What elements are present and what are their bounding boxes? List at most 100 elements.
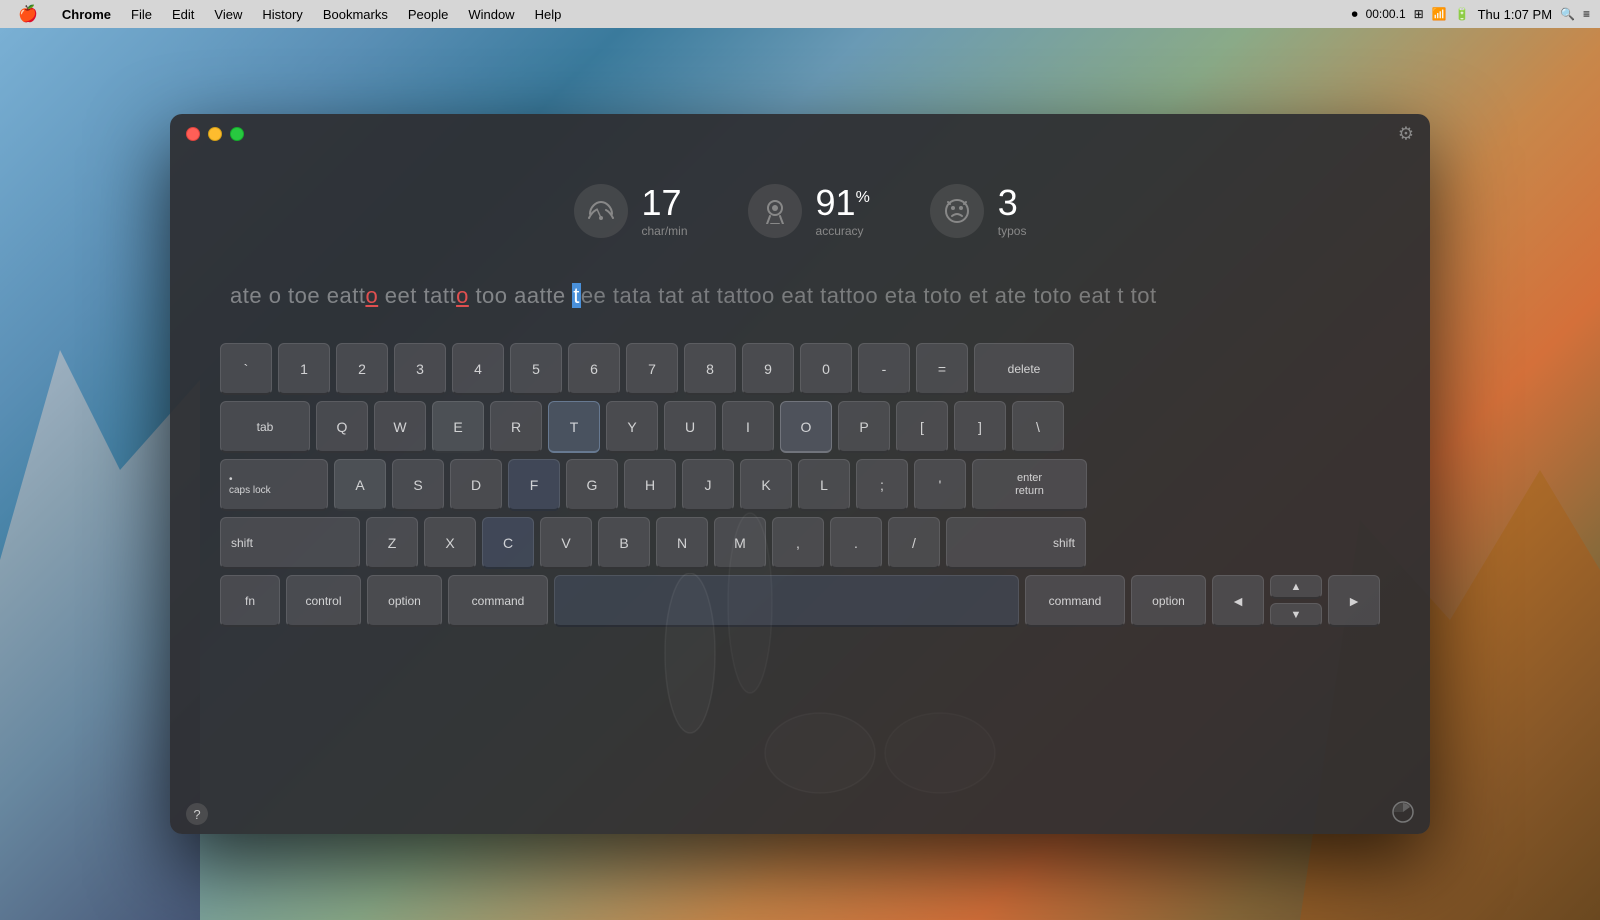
key-backslash[interactable]: \ (1012, 401, 1064, 453)
key-k[interactable]: K (740, 459, 792, 511)
menubar-left: 🍎 Chrome File Edit View History Bookmark… (10, 2, 569, 26)
key-i[interactable]: I (722, 401, 774, 453)
people-menu[interactable]: People (400, 5, 456, 24)
key-shift-left[interactable]: shift (220, 517, 360, 569)
key-arrow-right[interactable]: ► (1328, 575, 1380, 627)
key-g[interactable]: G (566, 459, 618, 511)
key-option-left[interactable]: option (367, 575, 442, 627)
bookmarks-menu[interactable]: Bookmarks (315, 5, 396, 24)
key-0[interactable]: 0 (800, 343, 852, 395)
key-y[interactable]: Y (606, 401, 658, 453)
key-z[interactable]: Z (366, 517, 418, 569)
key-minus[interactable]: - (858, 343, 910, 395)
key-2[interactable]: 2 (336, 343, 388, 395)
key-f[interactable]: F (508, 459, 560, 511)
key-u[interactable]: U (664, 401, 716, 453)
current-char: t (572, 283, 581, 308)
key-p[interactable]: P (838, 401, 890, 453)
key-v[interactable]: V (540, 517, 592, 569)
key-h[interactable]: H (624, 459, 676, 511)
battery-icon: 🔋 (1455, 7, 1470, 21)
key-enter[interactable]: enterreturn (972, 459, 1087, 511)
key-n[interactable]: N (656, 517, 708, 569)
key-9[interactable]: 9 (742, 343, 794, 395)
key-b[interactable]: B (598, 517, 650, 569)
key-w[interactable]: W (374, 401, 426, 453)
key-backtick[interactable]: ` (220, 343, 272, 395)
key-7[interactable]: 7 (626, 343, 678, 395)
key-a[interactable]: A (334, 459, 386, 511)
window-menu[interactable]: Window (460, 5, 522, 24)
speed-label: char/min (642, 224, 688, 238)
key-comma[interactable]: , (772, 517, 824, 569)
wifi-icon: 📶 (1432, 7, 1447, 21)
key-capslock[interactable]: •caps lock (220, 459, 328, 511)
key-semicolon[interactable]: ; (856, 459, 908, 511)
history-menu[interactable]: History (254, 5, 310, 24)
key-quote[interactable]: ' (914, 459, 966, 511)
minimize-button[interactable] (208, 127, 222, 141)
key-r[interactable]: R (490, 401, 542, 453)
key-command-left[interactable]: command (448, 575, 548, 627)
timer-display: 00:00.1 (1366, 7, 1406, 21)
view-menu[interactable]: View (206, 5, 250, 24)
app-name-menu[interactable]: Chrome (54, 5, 119, 24)
key-c[interactable]: C (482, 517, 534, 569)
keyboard-container: ` 1 2 3 4 5 6 7 8 9 0 - = delete tab Q W… (170, 333, 1430, 653)
key-tab[interactable]: tab (220, 401, 310, 453)
key-arrow-up[interactable]: ▲ (1270, 575, 1322, 599)
key-l[interactable]: L (798, 459, 850, 511)
key-6[interactable]: 6 (568, 343, 620, 395)
desktop: ⚙ 17 char/min (0, 28, 1600, 920)
search-icon[interactable]: 🔍 (1560, 7, 1575, 21)
key-lbracket[interactable]: [ (896, 401, 948, 453)
apple-menu[interactable]: 🍎 (10, 2, 46, 26)
key-slash[interactable]: / (888, 517, 940, 569)
stat-speed: 17 char/min (574, 184, 688, 238)
file-menu[interactable]: File (123, 5, 160, 24)
help-button[interactable]: ? (186, 803, 208, 825)
key-e[interactable]: E (432, 401, 484, 453)
key-o[interactable]: O (780, 401, 832, 453)
error-char-2: o (456, 283, 469, 308)
edit-menu[interactable]: Edit (164, 5, 202, 24)
key-m[interactable]: M (714, 517, 766, 569)
key-j[interactable]: J (682, 459, 734, 511)
key-3[interactable]: 3 (394, 343, 446, 395)
key-command-right[interactable]: command (1025, 575, 1125, 627)
key-q[interactable]: Q (316, 401, 368, 453)
maximize-button[interactable] (230, 127, 244, 141)
list-icon[interactable]: ≡ (1583, 7, 1590, 21)
key-control[interactable]: control (286, 575, 361, 627)
stats-area: 17 char/min 91% accuracy (170, 154, 1430, 258)
typos-icon (930, 184, 984, 238)
menubar: 🍎 Chrome File Edit View History Bookmark… (0, 0, 1600, 28)
key-shift-right[interactable]: shift (946, 517, 1086, 569)
key-arrow-down[interactable]: ▼ (1270, 603, 1322, 627)
key-1[interactable]: 1 (278, 343, 330, 395)
key-d[interactable]: D (450, 459, 502, 511)
key-x[interactable]: X (424, 517, 476, 569)
stats-chart-icon[interactable] (1392, 801, 1414, 828)
key-arrow-left[interactable]: ◄ (1212, 575, 1264, 627)
key-s[interactable]: S (392, 459, 444, 511)
key-fn[interactable]: fn (220, 575, 280, 627)
accuracy-values: 91% accuracy (816, 185, 870, 238)
key-8[interactable]: 8 (684, 343, 736, 395)
app-window: ⚙ 17 char/min (170, 114, 1430, 834)
close-button[interactable] (186, 127, 200, 141)
key-row-bottom: fn control option command command option… (220, 575, 1380, 627)
key-5[interactable]: 5 (510, 343, 562, 395)
settings-icon[interactable]: ⚙ (1398, 124, 1414, 145)
key-option-right[interactable]: option (1131, 575, 1206, 627)
key-t[interactable]: T (548, 401, 600, 453)
speed-values: 17 char/min (642, 185, 688, 238)
help-menu[interactable]: Help (527, 5, 570, 24)
key-period[interactable]: . (830, 517, 882, 569)
key-4[interactable]: 4 (452, 343, 504, 395)
key-rbracket[interactable]: ] (954, 401, 1006, 453)
key-space[interactable] (554, 575, 1019, 627)
typing-area: ate o toe eatto eet tatto too aatte tee … (170, 258, 1430, 333)
key-delete[interactable]: delete (974, 343, 1074, 395)
key-equals[interactable]: = (916, 343, 968, 395)
